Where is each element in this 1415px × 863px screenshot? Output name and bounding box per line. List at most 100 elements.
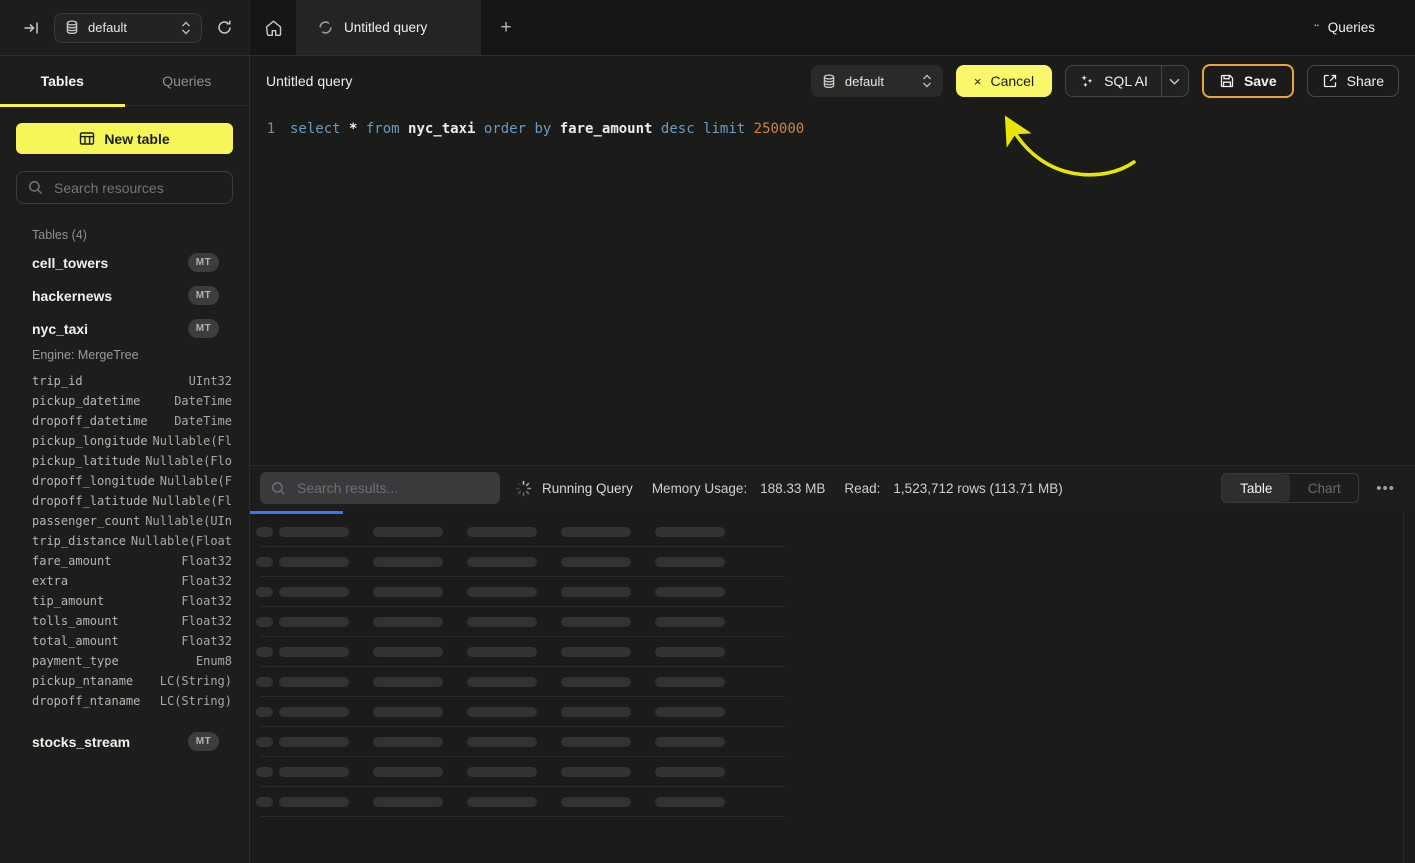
sql-editor[interactable]: 1 select * from nyc_taxi order by fare_a… xyxy=(250,106,1415,466)
skeleton-cell xyxy=(467,617,537,627)
chevron-up-down-icon xyxy=(181,21,191,35)
table-name: hackernews xyxy=(32,288,112,304)
scrollbar-gutter[interactable] xyxy=(1403,510,1404,863)
database-selector-query[interactable]: default xyxy=(811,65,943,97)
refresh-button[interactable] xyxy=(216,19,233,36)
skeleton-cell xyxy=(279,587,349,597)
table-name: nyc_taxi xyxy=(32,321,88,337)
column-name: pickup_ntaname xyxy=(32,674,133,688)
sql-ai-button[interactable]: SQL AI xyxy=(1065,65,1189,97)
collapse-sidebar-button[interactable] xyxy=(22,19,40,37)
database-icon xyxy=(822,74,836,89)
code-token: order by xyxy=(484,121,560,137)
code-line: select * from nyc_taxi order by fare_amo… xyxy=(290,119,804,140)
code-token: fare_amount xyxy=(560,121,661,137)
skeleton-cell xyxy=(256,767,273,777)
cancel-button[interactable]: × Cancel xyxy=(956,65,1052,97)
sql-ai-dropdown-button[interactable] xyxy=(1161,66,1188,96)
new-table-label: New table xyxy=(104,131,169,147)
results-search-input[interactable] xyxy=(295,479,489,497)
new-tab-button[interactable]: + xyxy=(481,0,531,55)
column-row: dropoff_longitudeNullable(F xyxy=(0,471,249,491)
skeleton-cell xyxy=(373,587,443,597)
skeleton-cell xyxy=(561,737,631,747)
queries-link[interactable]: ∙∙ Queries xyxy=(1313,0,1415,55)
memory-usage-value: 188.33 MB xyxy=(760,481,825,496)
tables-list: cell_towersMThackernewsMTnyc_taxiMTEngin… xyxy=(0,246,249,758)
skeleton-cell xyxy=(655,677,725,687)
skeleton-cell xyxy=(655,647,725,657)
sidebar-search-input[interactable] xyxy=(52,179,221,197)
sidebar: TablesQueries New table Tables (4) cell_… xyxy=(0,56,250,863)
column-type: LC(String) xyxy=(160,674,232,688)
column-row: pickup_ntaname LC(String) xyxy=(0,671,249,691)
sql-ai-main[interactable]: SQL AI xyxy=(1066,66,1161,96)
column-name: pickup_latitude xyxy=(32,454,140,468)
skeleton-cell xyxy=(655,767,725,777)
skeleton-cell xyxy=(256,557,273,567)
column-type: Nullable(Flo xyxy=(145,454,232,468)
skeleton-cell xyxy=(373,527,443,537)
close-icon: × xyxy=(974,74,982,89)
column-name: pickup_longitude xyxy=(32,434,148,448)
view-toggle-table[interactable]: Table xyxy=(1222,474,1290,502)
column-type: LC(String) xyxy=(160,694,232,708)
table-item-stocks_stream[interactable]: stocks_streamMT xyxy=(0,725,249,758)
table-item-hackernews[interactable]: hackernewsMT xyxy=(0,279,249,312)
column-name: trip_distance xyxy=(32,534,126,548)
home-button[interactable] xyxy=(250,0,296,55)
view-toggle: TableChart xyxy=(1221,473,1359,503)
tab-untitled-query[interactable]: Untitled query xyxy=(296,0,481,55)
database-selector-top[interactable]: default xyxy=(54,13,202,43)
share-button-label: Share xyxy=(1347,73,1384,89)
skeleton-cell xyxy=(256,647,273,657)
memory-usage-metric: Memory Usage: 188.33 MB xyxy=(652,481,826,496)
skeleton-row xyxy=(250,637,1415,666)
column-row: tolls_amountFloat32 xyxy=(0,611,249,631)
column-name: fare_amount xyxy=(32,554,111,568)
loading-spinner-icon xyxy=(515,480,532,497)
save-icon xyxy=(1219,73,1235,89)
engine-badge: MT xyxy=(188,253,219,272)
plus-icon: + xyxy=(500,17,511,39)
skeleton-row xyxy=(250,667,1415,696)
table-item-cell_towers[interactable]: cell_towersMT xyxy=(0,246,249,279)
table-item-nyc_taxi[interactable]: nyc_taxi MT xyxy=(0,312,249,345)
column-name: extra xyxy=(32,574,68,588)
share-button[interactable]: Share xyxy=(1307,65,1399,97)
skeleton-row xyxy=(250,727,1415,756)
engine-badge: MT xyxy=(188,319,219,338)
spacer xyxy=(0,711,249,725)
database-selector-top-value: default xyxy=(88,20,172,35)
ellipsis-icon: ••• xyxy=(1376,480,1395,497)
column-type: Nullable(F xyxy=(160,474,232,488)
column-type: Float32 xyxy=(181,554,232,568)
results-search[interactable] xyxy=(260,472,500,504)
save-button[interactable]: Save xyxy=(1202,64,1294,98)
save-button-label: Save xyxy=(1244,73,1277,89)
database-icon xyxy=(65,20,79,35)
skeleton-cell xyxy=(373,617,443,627)
skeleton-cell xyxy=(373,767,443,777)
skeleton-row xyxy=(250,697,1415,726)
sidebar-search[interactable] xyxy=(16,171,233,204)
row-divider xyxy=(260,816,785,817)
more-options-button[interactable]: ••• xyxy=(1374,480,1397,497)
code-token: select xyxy=(290,121,349,137)
column-type: Nullable(Fl xyxy=(153,494,232,508)
database-selector-query-value: default xyxy=(845,74,913,89)
skeleton-cell xyxy=(279,677,349,687)
skeleton-cell xyxy=(655,737,725,747)
sidebar-tab-tables[interactable]: Tables xyxy=(0,56,125,105)
skeleton-cell xyxy=(561,797,631,807)
sidebar-tab-queries[interactable]: Queries xyxy=(125,56,250,105)
skeleton-cell xyxy=(279,767,349,777)
new-table-button[interactable]: New table xyxy=(16,123,233,154)
skeleton-cell xyxy=(279,797,349,807)
view-toggle-chart[interactable]: Chart xyxy=(1290,474,1358,502)
tab-loading-spinner-icon xyxy=(318,20,333,35)
column-type: Nullable(UIn xyxy=(145,514,232,528)
skeleton-cell xyxy=(467,647,537,657)
skeleton-cell xyxy=(467,737,537,747)
column-name: dropoff_ntaname xyxy=(32,694,140,708)
